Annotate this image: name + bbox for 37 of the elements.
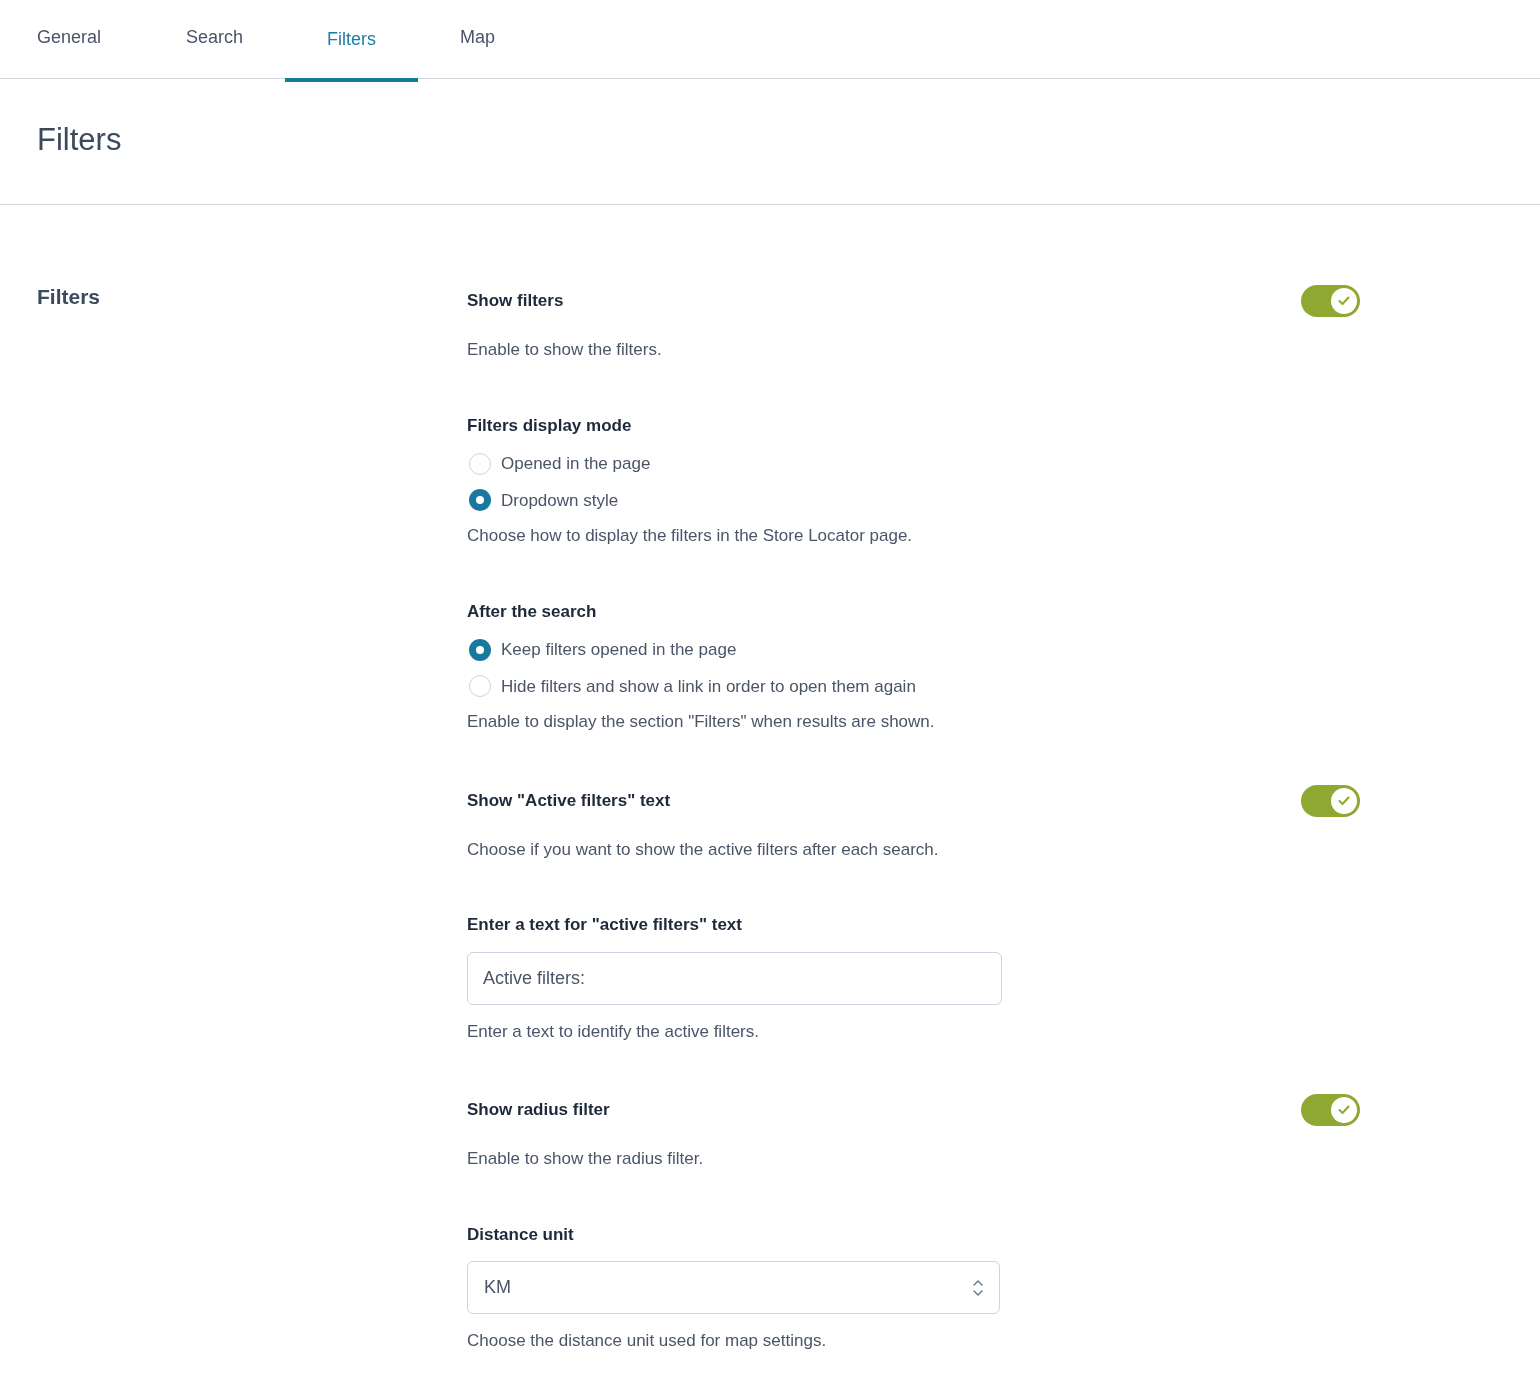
tab[interactable]: General: [0, 0, 145, 79]
field-label: Show "Active filters" text: [467, 789, 671, 812]
field-description: Enter a text to identify the active filters.: [467, 1020, 760, 1043]
field-label: Filters display mode: [467, 414, 632, 437]
field-description: Choose how to display the filters in the Store Locator page.: [467, 525, 914, 547]
field-label: Distance unit: [467, 1223, 574, 1246]
chevron-up-down-icon: [973, 1278, 983, 1297]
radio-option[interactable]: Opened in the page: [467, 451, 1360, 477]
field-description: Choose if you want to show the active filters after each search.: [467, 838, 940, 861]
radio-button[interactable]: [469, 489, 491, 512]
radio-button[interactable]: [469, 675, 491, 698]
toggle-switch[interactable]: [1301, 1094, 1360, 1126]
radio-button[interactable]: [469, 452, 491, 475]
radio-option[interactable]: Dropdown style: [467, 487, 1360, 513]
page-title: Filters: [37, 121, 122, 160]
field-description: Enable to show the radius filter.: [467, 1148, 705, 1170]
check-icon: [1338, 795, 1350, 806]
field-description: Enable to show the filters.: [467, 339, 663, 361]
distance-unit-select[interactable]: KM: [467, 1261, 1000, 1314]
field-label: After the search: [467, 600, 597, 623]
check-icon: [1338, 296, 1350, 306]
field-description: Enable to display the section "Filters" when results are shown.: [467, 711, 936, 733]
tab[interactable]: Map: [418, 0, 538, 79]
tab[interactable]: Search: [144, 0, 286, 79]
radio-button[interactable]: [469, 638, 491, 661]
field-label: Enter a text for "active filters" text: [467, 914, 742, 936]
field-label: Show radius filter: [467, 1099, 610, 1122]
section-title: Filters: [37, 284, 101, 310]
tab[interactable]: Filters: [285, 0, 419, 82]
field-label: Show filters: [467, 290, 564, 313]
radio-option[interactable]: Hide filters and show a link in order to open them again: [467, 673, 1360, 699]
text-input-field[interactable]: Active filters:: [467, 951, 1002, 1005]
field-description: Choose the distance unit used for map settings.: [467, 1330, 828, 1352]
toggle-switch[interactable]: [1301, 784, 1360, 817]
check-icon: [1338, 1105, 1350, 1115]
radio-option[interactable]: Keep filters opened in the page: [467, 637, 1360, 663]
toggle-switch[interactable]: [1301, 285, 1360, 317]
